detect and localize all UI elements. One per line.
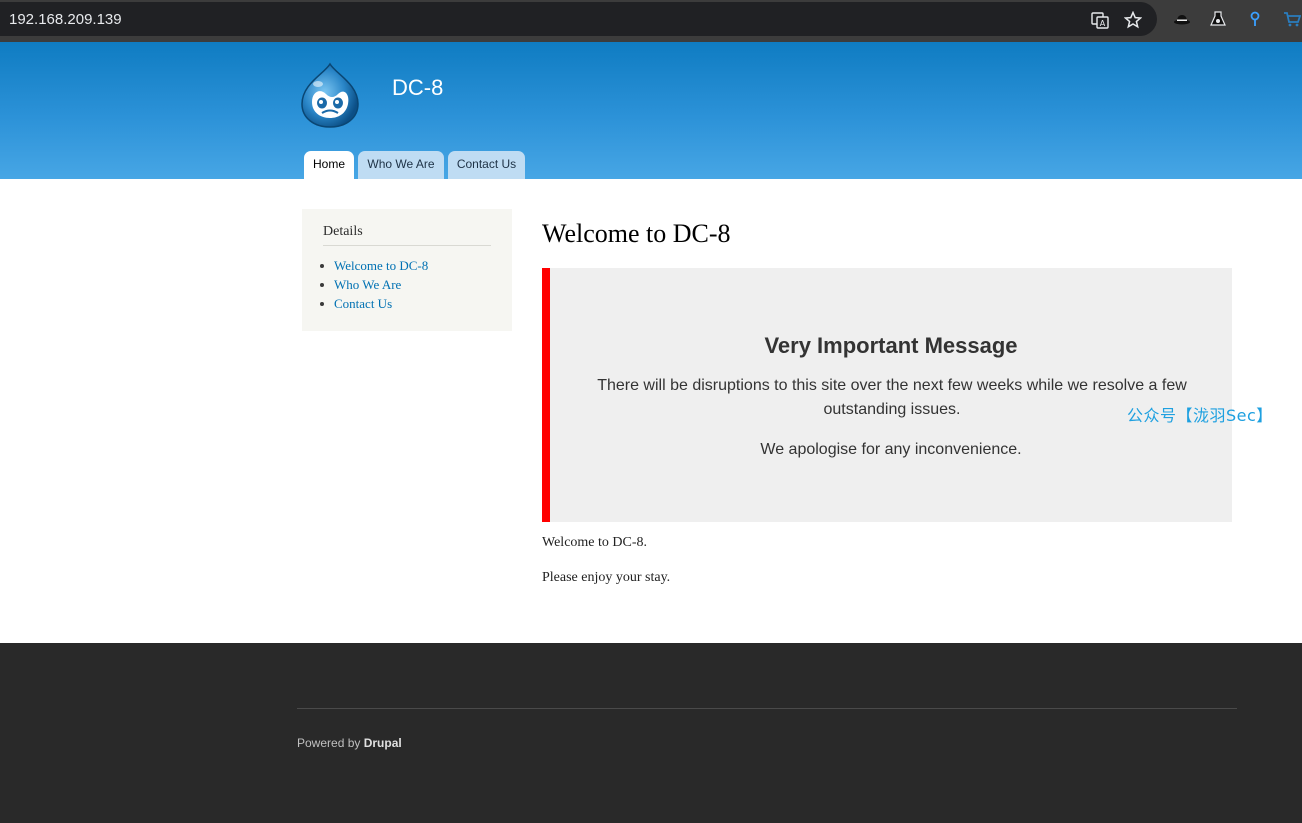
address-bar[interactable]: 192.168.209.139 A (0, 2, 1157, 36)
body-paragraph-welcome: Welcome to DC-8. (542, 535, 648, 550)
body-paragraph-enjoy: Please enjoy your stay. (542, 570, 671, 585)
page-title: Welcome to DC-8 (542, 219, 731, 248)
star-icon[interactable] (1123, 10, 1143, 29)
footer-powered-by: Powered by Drupal (297, 736, 402, 750)
hat-extension-icon[interactable] (1173, 10, 1191, 28)
translate-icon[interactable]: A (1091, 11, 1109, 29)
sidebar-link-contact-us[interactable]: Contact Us (334, 296, 392, 311)
site-name[interactable]: DC-8 (392, 75, 443, 101)
svg-text:A: A (1100, 19, 1106, 28)
list-item: Contact Us (319, 296, 428, 315)
drupal-drop-logo[interactable] (300, 62, 360, 128)
footer-divider (297, 708, 1237, 709)
sidebar-link-list: Welcome to DC-8 Who We Are Contact Us (319, 258, 428, 315)
tab-contact-us[interactable]: Contact Us (448, 151, 525, 179)
notice-heading: Very Important Message (764, 333, 1018, 358)
notice-body: There will be disruptions to this site o… (597, 377, 1187, 418)
sidebar-title: Details (323, 224, 363, 239)
tab-who-we-are[interactable]: Who We Are (358, 151, 444, 179)
url-text[interactable]: 192.168.209.139 (9, 11, 122, 28)
important-message-box: Very Important Message There will be dis… (542, 268, 1232, 522)
footer-drupal-link[interactable]: Drupal (364, 736, 402, 750)
flask-extension-icon[interactable] (1209, 10, 1227, 28)
sidebar-divider (323, 245, 491, 246)
notice-apology: We apologise for any inconvenience. (760, 441, 1022, 458)
cart-extension-icon[interactable] (1283, 10, 1301, 28)
list-item: Who We Are (319, 277, 428, 296)
footer-powered-prefix: Powered by (297, 736, 361, 750)
list-item: Welcome to DC-8 (319, 258, 428, 277)
site-header: DC-8 Home Who We Are Contact Us (0, 42, 1302, 179)
sidebar-link-welcome[interactable]: Welcome to DC-8 (334, 258, 428, 273)
sidebar-details: Details Welcome to DC-8 Who We Are Conta… (302, 209, 512, 331)
site-footer: Powered by Drupal (0, 643, 1302, 823)
pin-extension-icon[interactable] (1246, 10, 1264, 28)
tab-home[interactable]: Home (304, 151, 354, 179)
sidebar-link-who-we-are[interactable]: Who We Are (334, 277, 401, 292)
browser-toolbar: 192.168.209.139 A (0, 0, 1302, 42)
watermark-text: 公众号【泷羽Sec】 (1127, 406, 1273, 425)
